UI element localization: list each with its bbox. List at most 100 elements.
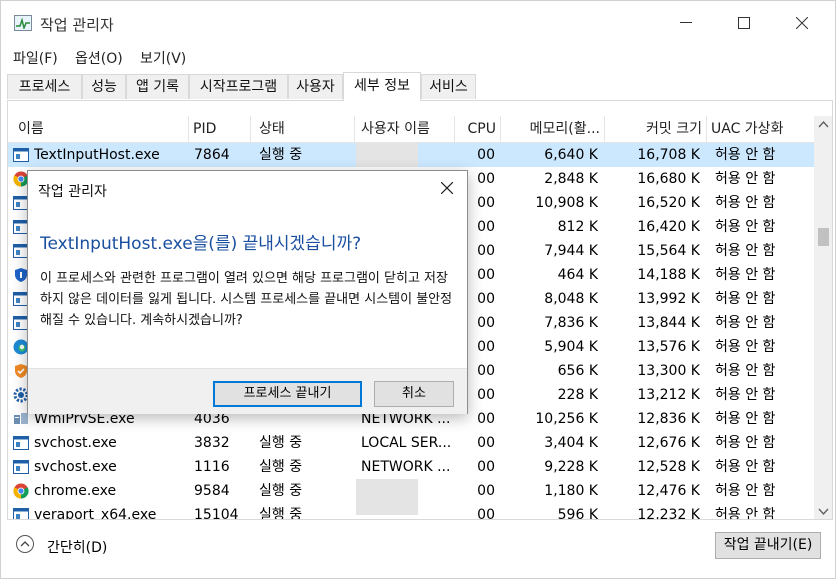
col-uac[interactable]: UAC 가상화 (707, 116, 814, 142)
process-uac: 허용 안 함 (715, 219, 776, 235)
redacted-username (356, 479, 418, 515)
process-status: 실행 중 (259, 507, 303, 520)
process-cpu: 00 (477, 435, 495, 451)
fewer-details-icon[interactable] (16, 535, 34, 553)
window-title: 작업 관리자 (40, 16, 114, 34)
process-pid: 15104 (194, 507, 239, 520)
maximize-button[interactable] (721, 1, 767, 45)
process-memory: 6,640 K (544, 147, 598, 163)
process-name: chrome.exe (34, 483, 117, 499)
tab-performance[interactable]: 성능 (82, 74, 126, 99)
close-button[interactable] (779, 1, 825, 45)
process-uac: 허용 안 함 (715, 507, 776, 520)
process-name: veraport_x64.exe (34, 507, 157, 520)
app-window-icon (13, 435, 29, 451)
col-commit-size[interactable]: 커밋 크기 (605, 116, 707, 142)
minimize-button[interactable] (663, 1, 709, 45)
process-status: 실행 중 (259, 147, 303, 163)
process-uac: 허용 안 함 (715, 483, 776, 499)
process-cpu: 00 (477, 483, 495, 499)
dialog-message: 이 프로세스와 관련한 프로그램이 열려 있으면 해당 프로그램이 닫히고 저장… (40, 271, 453, 328)
dialog-heading: TextInputHost.exe을(를) 끝내시겠습니까? (40, 234, 362, 254)
process-uac: 허용 안 함 (715, 315, 776, 331)
process-memory: 7,836 K (544, 315, 598, 331)
process-user: LOCAL SER... (361, 435, 451, 451)
process-pid: 9584 (194, 483, 230, 499)
process-memory: 8,048 K (544, 291, 598, 307)
fewer-details-button[interactable]: 간단히(D) (47, 537, 107, 557)
process-memory: 1,180 K (544, 483, 598, 499)
process-commit: 16,520 K (637, 195, 700, 211)
tab-startup[interactable]: 시작프로그램 (189, 74, 288, 99)
end-process-button[interactable]: 프로세스 끝내기 (213, 381, 362, 407)
scroll-thumb[interactable] (818, 228, 829, 246)
menu-view[interactable]: 보기(V) (140, 48, 186, 68)
process-uac: 허용 안 함 (715, 411, 776, 427)
process-commit: 12,232 K (637, 507, 700, 520)
redacted-username (356, 143, 418, 167)
vertical-scrollbar[interactable] (814, 116, 833, 520)
process-memory: 228 K (557, 387, 598, 403)
close-icon (796, 17, 808, 29)
process-commit: 16,680 K (637, 171, 700, 187)
process-uac: 허용 안 함 (715, 243, 776, 259)
process-cpu: 00 (477, 507, 495, 520)
tab-users[interactable]: 사용자 (288, 74, 343, 99)
process-memory: 812 K (557, 219, 598, 235)
process-name: TextInputHost.exe (34, 147, 160, 163)
col-pid[interactable]: PID (189, 116, 251, 142)
process-name: svchost.exe (34, 459, 117, 475)
tab-processes[interactable]: 프로세스 (7, 74, 82, 99)
cancel-button[interactable]: 취소 (374, 381, 454, 407)
col-name[interactable]: 이름 (8, 116, 189, 142)
process-uac: 허용 안 함 (715, 435, 776, 451)
process-status: 실행 중 (259, 435, 303, 451)
tab-app-history[interactable]: 앱 기록 (126, 74, 189, 99)
process-uac: 허용 안 함 (715, 459, 776, 475)
dialog-footer: 프로세스 끝내기 취소 (28, 368, 467, 414)
col-username[interactable]: 사용자 이름 (355, 116, 455, 142)
process-memory: 464 K (557, 267, 598, 283)
process-commit: 15,564 K (637, 243, 700, 259)
scroll-down-icon[interactable] (814, 502, 833, 520)
process-memory: 656 K (557, 363, 598, 379)
end-task-button[interactable]: 작업 끝내기(E) (715, 532, 821, 559)
table-header: 이름 PID 상태 사용자 이름 CPU 메모리(활... 커밋 크기 UAC … (8, 116, 814, 143)
col-status[interactable]: 상태 (251, 116, 355, 142)
process-memory: 3,404 K (544, 435, 598, 451)
tab-bar: 프로세스 성능 앱 기록 시작프로그램 사용자 세부 정보 서비스 (7, 72, 833, 101)
menu-file[interactable]: 파일(F) (13, 48, 58, 68)
chrome-icon (13, 483, 29, 499)
process-commit: 13,844 K (637, 315, 700, 331)
tab-details[interactable]: 세부 정보 (343, 72, 421, 101)
col-cpu[interactable]: CPU (455, 116, 501, 142)
process-pid: 1116 (194, 459, 230, 475)
task-manager-icon (14, 15, 32, 31)
table-row[interactable]: svchost.exe 3832 실행 중 LOCAL SER... 00 3,404 K… (8, 431, 814, 455)
footer-bar: 간단히(D) 작업 끝내기(E) (1, 521, 835, 578)
dialog-close-icon[interactable] (435, 177, 459, 201)
menu-bar: 파일(F) 옵션(O) 보기(V) (1, 45, 835, 71)
process-commit: 12,528 K (637, 459, 700, 475)
process-pid: 7864 (194, 147, 230, 163)
process-memory: 10,256 K (535, 411, 598, 427)
title-bar: 작업 관리자 (1, 1, 835, 45)
table-row[interactable]: svchost.exe 1116 실행 중 NETWORK ... 00 9,228 K 1… (8, 455, 814, 479)
process-commit: 12,676 K (637, 435, 700, 451)
app-window-icon (13, 507, 29, 519)
scroll-up-icon[interactable] (814, 116, 833, 134)
process-uac: 허용 안 함 (715, 339, 776, 355)
process-memory: 5,904 K (544, 339, 598, 355)
menu-options[interactable]: 옵션(O) (75, 48, 123, 68)
process-uac: 허용 안 함 (715, 195, 776, 211)
col-memory[interactable]: 메모리(활... (501, 116, 605, 142)
process-uac: 허용 안 함 (715, 291, 776, 307)
tab-services[interactable]: 서비스 (421, 74, 476, 99)
process-commit: 12,476 K (637, 483, 700, 499)
process-pid: 3832 (194, 435, 230, 451)
process-memory: 2,848 K (544, 171, 598, 187)
process-uac: 허용 안 함 (715, 267, 776, 283)
process-status: 실행 중 (259, 483, 303, 499)
process-user: NETWORK ... (361, 459, 451, 475)
process-commit: 13,992 K (637, 291, 700, 307)
